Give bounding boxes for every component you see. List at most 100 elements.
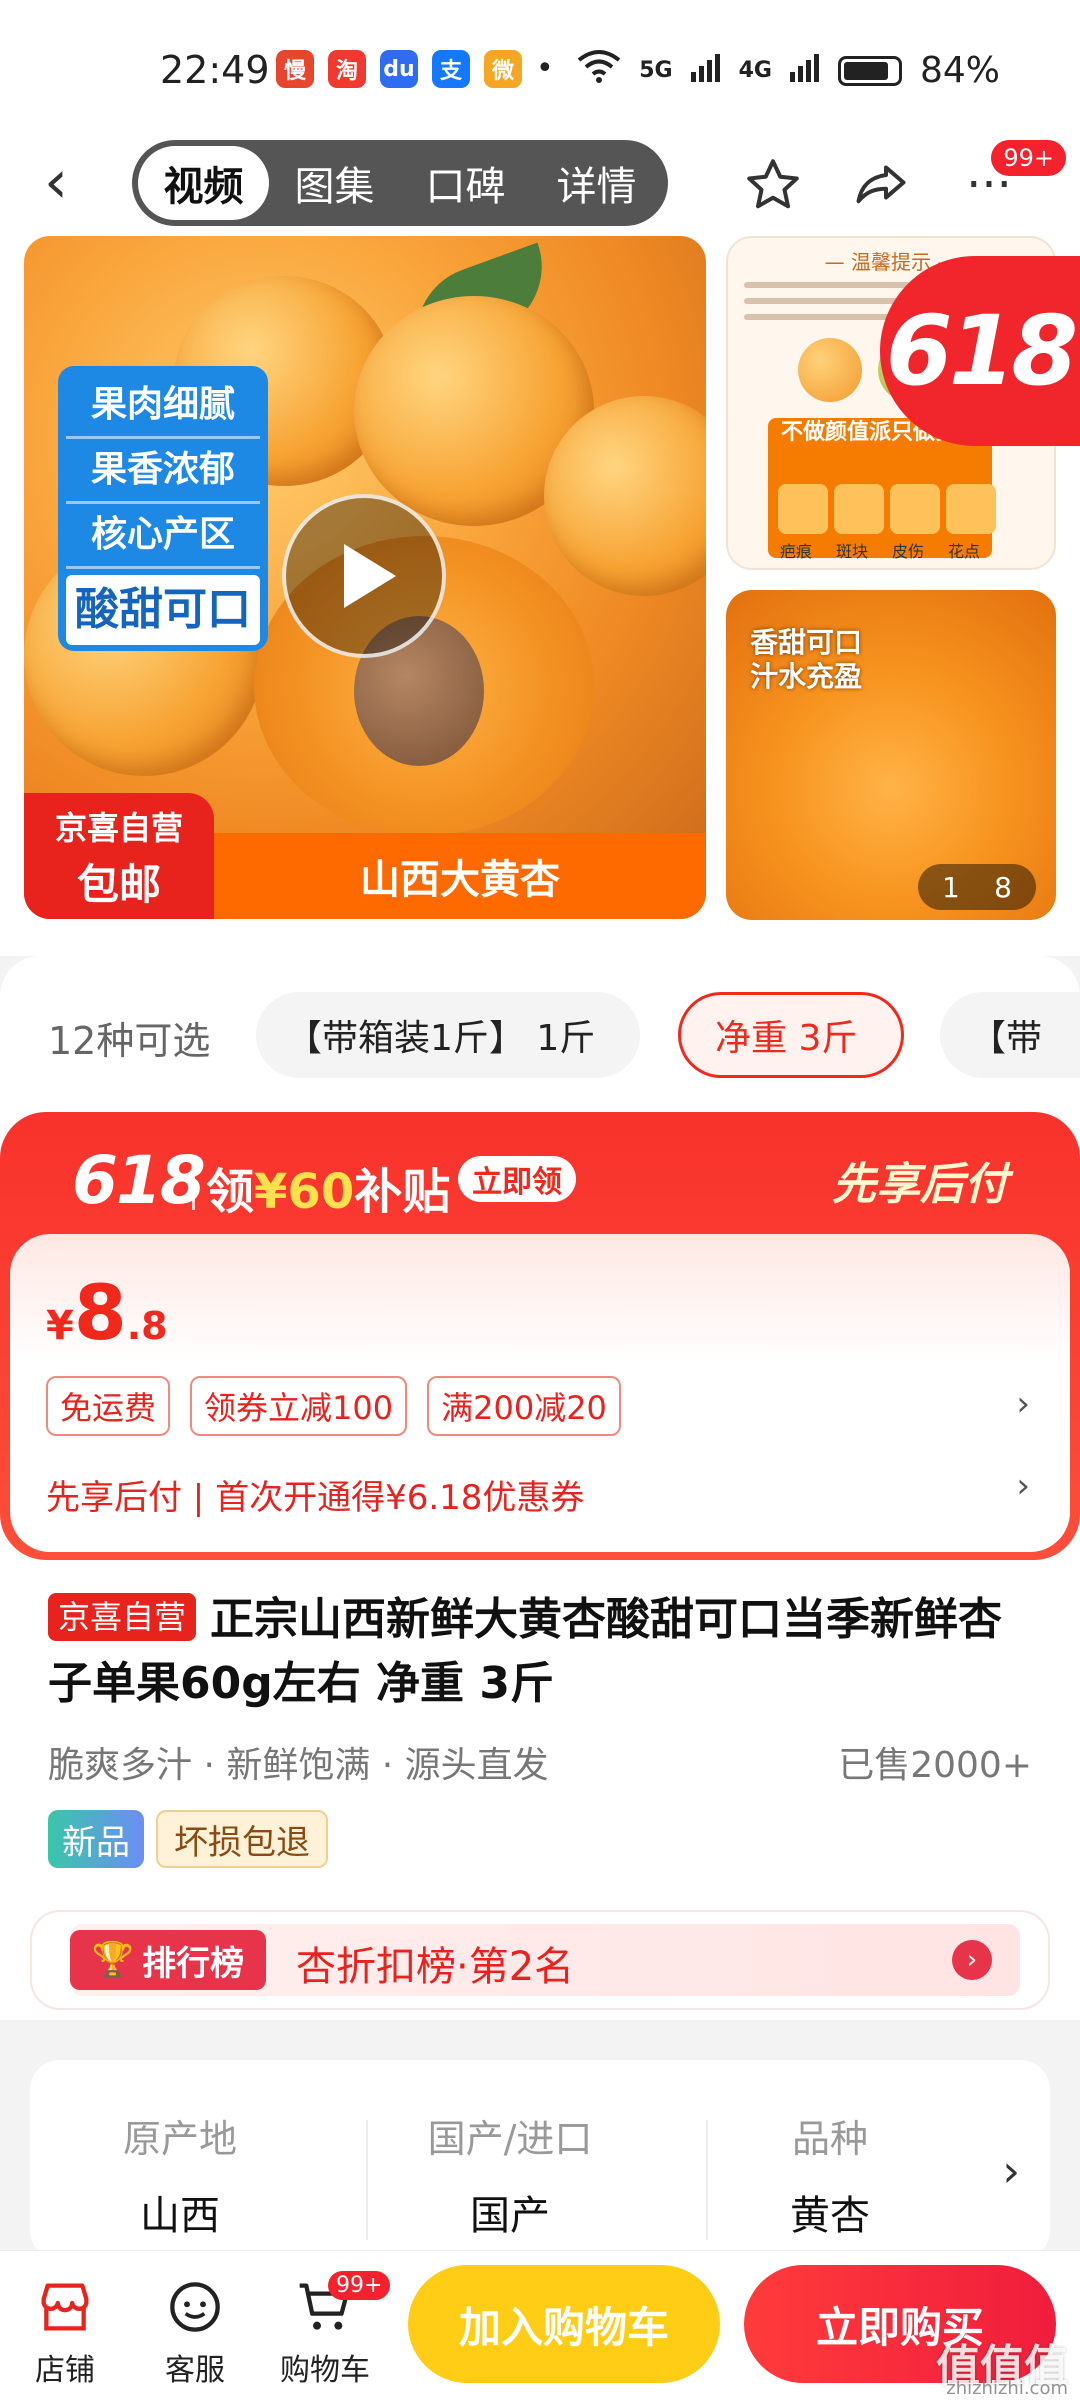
shop-free-shipping-tag: 京喜自营 包邮 bbox=[24, 793, 214, 919]
battery-level: 84% bbox=[919, 50, 1000, 91]
attribute-key: 原产地 bbox=[122, 2117, 237, 2161]
share-icon[interactable] bbox=[848, 152, 914, 218]
product-attributes[interactable]: 原产地 山西 国产/进口 国产 品种 黄杏 › bbox=[30, 2060, 1050, 2260]
weibo-icon: 微 bbox=[484, 50, 522, 88]
taobao-notification-icon: 淘 bbox=[328, 50, 366, 88]
more-badge: 99+ bbox=[991, 140, 1066, 176]
price-currency: ¥ bbox=[46, 1303, 74, 1349]
baidu-icon: du bbox=[380, 50, 418, 88]
pager-total: 8 bbox=[994, 870, 1012, 904]
promo-618-badge[interactable]: 618 bbox=[880, 256, 1080, 446]
chevron-right-icon[interactable]: › bbox=[1016, 1384, 1030, 1424]
shop-entry[interactable]: 店铺 bbox=[10, 2269, 120, 2389]
more-notifications-dot-icon: • bbox=[536, 51, 554, 86]
image-footer-label: 山西大黄杏 bbox=[360, 857, 560, 903]
signal-4g-icon bbox=[789, 50, 820, 91]
shop-tag-line1: 京喜自营 bbox=[54, 809, 183, 847]
chevron-right-icon[interactable]: › bbox=[1002, 2146, 1020, 2197]
product-video-cover[interactable]: 果肉细腻 果香浓郁 核心产区 酸甜可口 山西大黄杏 京喜自营 包邮 bbox=[24, 236, 706, 919]
claim-subsidy-button[interactable]: 立即领 bbox=[458, 1156, 576, 1202]
defect-sample-image bbox=[890, 484, 940, 534]
cart-entry[interactable]: 99+ 购物车 bbox=[270, 2269, 391, 2389]
promo-divider bbox=[192, 1162, 195, 1210]
product-info: 京喜自营 正宗山西新鲜大黄杏酸甜可口当季新鲜杏子单果60g左右 净重 3斤 脆爽多… bbox=[0, 1560, 1080, 1900]
attribute-origin: 原产地 山西 bbox=[40, 2108, 320, 2241]
favorite-star-icon[interactable] bbox=[740, 152, 806, 218]
thumbnail-apricot[interactable]: 香甜可口 汁水充盈 1 8 bbox=[726, 590, 1056, 920]
battery-icon bbox=[837, 55, 902, 86]
status-app-icons: 慢 淘 du 支 微 • bbox=[276, 50, 554, 88]
shop-tag-line2: 包邮 bbox=[76, 860, 161, 909]
attribute-value: 山西 bbox=[140, 2193, 220, 2239]
defect-label: 斑块 bbox=[835, 542, 868, 561]
price-decimal: .8 bbox=[126, 1304, 168, 1348]
promo-card: 618 领¥60补贴 立即领 先享后付 ¥8.8 免运费 领券立减100 满20… bbox=[0, 1112, 1080, 1560]
signal-5g-label: 5G bbox=[639, 58, 673, 83]
promo-subsidy: 领¥60补贴 bbox=[206, 1152, 450, 1222]
feature-item: 核心产区 bbox=[66, 504, 260, 569]
defect-label: 皮伤 bbox=[891, 542, 924, 561]
spec-selector: 12种可选 【带箱装1斤】 1斤 净重 3斤 【带 bbox=[0, 956, 1080, 1116]
spec-option-selected[interactable]: 净重 3斤 bbox=[678, 992, 904, 1078]
chevron-right-icon[interactable]: › bbox=[1016, 1466, 1030, 1506]
alipay-icon: 支 bbox=[432, 50, 470, 88]
watermark-url: zhizhizhi.com bbox=[946, 2378, 1068, 2399]
attribute-key: 品种 bbox=[791, 2117, 868, 2161]
feature-item: 果肉细腻 bbox=[66, 374, 260, 439]
media-tabs: 视频 图集 口碑 详情 bbox=[132, 140, 668, 226]
rank-badge: 🏆 排行榜 bbox=[70, 1930, 266, 1990]
app-notification-icon: 慢 bbox=[276, 50, 314, 88]
thumbnail-caption-line: 香甜可口 bbox=[750, 626, 863, 659]
product-title: 京喜自营 正宗山西新鲜大黄杏酸甜可口当季新鲜杏子单果60g左右 净重 3斤 bbox=[48, 1588, 1038, 1716]
promo-event-label: 618 bbox=[72, 1142, 206, 1219]
attribute-key: 国产/进口 bbox=[427, 2117, 593, 2161]
coupon-tag[interactable]: 领券立减100 bbox=[190, 1376, 408, 1436]
signal-5g-icon bbox=[690, 50, 721, 91]
status-right: 5G 4G 84% bbox=[577, 48, 1000, 93]
spec-option[interactable]: 【带箱装1斤】 1斤 bbox=[256, 992, 640, 1078]
promo-subsidy-amount: ¥60 bbox=[254, 1164, 355, 1220]
coupon-list[interactable]: 免运费 领券立减100 满200减20 bbox=[46, 1376, 621, 1436]
product-price: ¥8.8 bbox=[46, 1268, 168, 1357]
attribute-divider bbox=[366, 2120, 368, 2240]
tab-video[interactable]: 视频 bbox=[138, 146, 269, 220]
defect-sample-image bbox=[946, 484, 996, 534]
cart-label: 购物车 bbox=[280, 2353, 370, 2388]
service-chat-icon bbox=[140, 2269, 250, 2339]
pay-later-offer[interactable]: 先享后付 | 首次开通得¥6.18优惠券 bbox=[46, 1470, 584, 1519]
chevron-right-circle-icon[interactable]: › bbox=[952, 1940, 992, 1980]
damage-return-tag: 坏损包退 bbox=[156, 1810, 328, 1868]
status-time: 22:49 bbox=[160, 48, 270, 92]
tab-details[interactable]: 详情 bbox=[531, 146, 662, 220]
price-card: ¥8.8 免运费 领券立减100 满200减20 › 先享后付 | 首次开通得¥… bbox=[10, 1234, 1070, 1552]
top-nav: ‹ 视频 图集 口碑 详情 ··· 99+ bbox=[0, 130, 1080, 240]
price-integer: 8 bbox=[73, 1268, 127, 1357]
tab-reviews[interactable]: 口碑 bbox=[400, 146, 531, 220]
selling-points: 脆爽多汁 · 新鲜饱满 · 源头直发 bbox=[48, 1745, 549, 1786]
defect-label: 疤痕 bbox=[779, 542, 812, 561]
rank-inner: 🏆 排行榜 杏折扣榜·第2名 › bbox=[70, 1924, 1020, 1996]
service-label: 客服 bbox=[165, 2353, 225, 2388]
back-arrow-icon[interactable]: ‹ bbox=[44, 152, 104, 214]
defect-label: 花点 bbox=[947, 542, 980, 561]
coupon-tag[interactable]: 免运费 bbox=[46, 1376, 171, 1436]
rank-section: 🏆 排行榜 杏折扣榜·第2名 › bbox=[0, 1900, 1080, 2020]
attribute-value: 国产 bbox=[470, 2193, 550, 2239]
pay-later-banner[interactable]: 先享后付 bbox=[832, 1148, 1008, 1212]
wifi-icon bbox=[577, 48, 621, 93]
tab-gallery[interactable]: 图集 bbox=[269, 146, 400, 220]
bottom-action-bar: 店铺 客服 99+ 购物车 加入购物车 立即购买 bbox=[0, 2250, 1080, 2400]
spec-count: 12种可选 bbox=[48, 1019, 211, 1063]
coupon-tag[interactable]: 满200减20 bbox=[427, 1376, 621, 1436]
rank-banner[interactable]: 🏆 排行榜 杏折扣榜·第2名 › bbox=[30, 1910, 1050, 2010]
attribute-import: 国产/进口 国产 bbox=[370, 2108, 650, 2241]
new-product-tag: 新品 bbox=[48, 1810, 144, 1868]
spec-option[interactable]: 【带 bbox=[940, 992, 1080, 1078]
add-to-cart-button[interactable]: 加入购物车 bbox=[408, 2265, 720, 2383]
rank-badge-label: 排行榜 bbox=[142, 1943, 245, 1984]
store-icon bbox=[10, 2269, 120, 2339]
customer-service-entry[interactable]: 客服 bbox=[140, 2269, 250, 2389]
play-video-icon[interactable] bbox=[282, 494, 446, 658]
feature-item: 果香浓郁 bbox=[66, 439, 260, 504]
attribute-value: 黄杏 bbox=[790, 2193, 870, 2239]
